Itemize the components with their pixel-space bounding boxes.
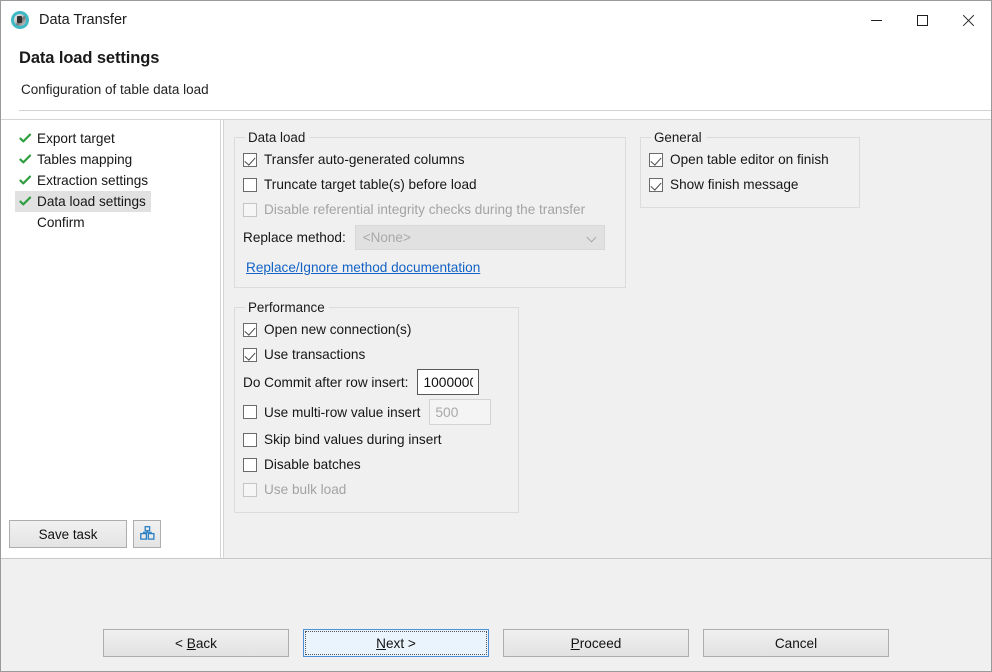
sidebar-item-label: Tables mapping — [37, 152, 133, 167]
replace-ignore-documentation-link[interactable]: Replace/Ignore method documentation — [246, 260, 480, 275]
sidebar-item-label: Export target — [37, 131, 115, 146]
sidebar-item-data-load-settings[interactable]: Data load settings — [15, 191, 151, 212]
use-bulk-load-checkbox — [243, 482, 257, 497]
open-new-connections-label: Open new connection(s) — [264, 322, 412, 337]
truncate-target-tables-row[interactable]: Truncate target table(s) before load — [243, 172, 617, 197]
left-column: Data load Transfer auto-generated column… — [234, 130, 626, 525]
show-finish-message-label: Show finish message — [670, 177, 799, 192]
performance-group-legend: Performance — [248, 300, 325, 315]
wizard-footer: < Back Next > Proceed Cancel — [1, 558, 991, 671]
proceed-button[interactable]: Proceed — [503, 629, 689, 657]
replace-method-label: Replace method: — [243, 229, 346, 245]
maximize-button[interactable] — [899, 1, 945, 39]
boxes-stack-icon — [139, 525, 155, 543]
truncate-target-tables-checkbox[interactable] — [243, 177, 257, 192]
transfer-auto-generated-columns-row[interactable]: Transfer auto-generated columns — [243, 147, 617, 172]
use-bulk-load-label: Use bulk load — [264, 482, 347, 497]
header-divider — [19, 110, 991, 111]
back-button[interactable]: < Back — [103, 629, 289, 657]
save-task-button[interactable]: Save task — [9, 520, 127, 548]
next-button[interactable]: Next > — [303, 629, 489, 657]
show-finish-message-row[interactable]: Show finish message — [649, 172, 851, 197]
multirow-size-input — [429, 399, 492, 425]
use-multirow-value-insert-label: Use multi-row value insert — [264, 404, 421, 420]
skip-bind-values-row[interactable]: Skip bind values during insert — [243, 427, 510, 452]
minimize-button[interactable] — [853, 1, 899, 39]
window-title: Data Transfer — [39, 12, 127, 28]
right-column: General Open table editor on finish Show… — [640, 130, 860, 220]
app-circle-icon — [10, 10, 30, 30]
sidebar-item-label: Confirm — [37, 215, 85, 230]
wizard-sidebar: Export target Tables mapping Extraction … — [1, 120, 220, 558]
sidebar-item-export-target[interactable]: Export target — [15, 128, 120, 149]
disable-batches-checkbox[interactable] — [243, 457, 257, 472]
skip-bind-values-label: Skip bind values during insert — [264, 432, 442, 447]
page-subtitle: Configuration of table data load — [21, 82, 209, 97]
wizard-body: Export target Tables mapping Extraction … — [1, 119, 991, 558]
sidebar-item-confirm[interactable]: Confirm — [15, 212, 90, 233]
general-group: General Open table editor on finish Show… — [640, 130, 860, 208]
disable-referential-integrity-row: Disable referential integrity checks dur… — [243, 197, 617, 222]
check-icon — [17, 153, 33, 166]
replace-method-row: Replace method: <None> — [243, 222, 617, 252]
use-transactions-label: Use transactions — [264, 347, 366, 362]
sidebar-item-extraction-settings[interactable]: Extraction settings — [15, 170, 153, 191]
open-table-editor-label: Open table editor on finish — [670, 152, 829, 167]
performance-group: Performance Open new connection(s) Use t… — [234, 300, 519, 513]
open-new-connections-row[interactable]: Open new connection(s) — [243, 317, 510, 342]
disable-batches-label: Disable batches — [264, 457, 361, 472]
use-transactions-row[interactable]: Use transactions — [243, 342, 510, 367]
sidebar-item-label: Data load settings — [37, 194, 146, 209]
use-multirow-value-insert-row[interactable]: Use multi-row value insert — [243, 397, 510, 427]
data-transfer-window: Data Transfer Data load settings Configu… — [0, 0, 992, 672]
commit-after-row-insert-input[interactable] — [417, 369, 480, 395]
settings-content: Data load Transfer auto-generated column… — [223, 120, 991, 558]
data-load-group-legend: Data load — [248, 130, 306, 145]
cancel-button[interactable]: Cancel — [703, 629, 889, 657]
saved-tasks-button[interactable] — [133, 520, 161, 548]
general-group-legend: General — [654, 130, 702, 145]
use-transactions-checkbox[interactable] — [243, 347, 257, 362]
minimize-icon — [870, 19, 882, 21]
use-multirow-value-insert-checkbox[interactable] — [243, 405, 257, 419]
sidebar-item-tables-mapping[interactable]: Tables mapping — [15, 149, 137, 170]
open-table-editor-row[interactable]: Open table editor on finish — [649, 147, 851, 172]
check-icon — [17, 195, 33, 208]
transfer-auto-generated-columns-checkbox[interactable] — [243, 152, 257, 167]
check-icon — [17, 174, 33, 187]
window-controls — [853, 1, 991, 39]
transfer-auto-generated-columns-label: Transfer auto-generated columns — [264, 152, 465, 167]
title-bar: Data Transfer — [1, 1, 991, 39]
truncate-target-tables-label: Truncate target table(s) before load — [264, 177, 477, 192]
wizard-steps-list: Export target Tables mapping Extraction … — [1, 128, 220, 520]
use-bulk-load-row: Use bulk load — [243, 477, 510, 502]
sidebar-item-label: Extraction settings — [37, 173, 149, 188]
replace-method-select[interactable]: <None> — [354, 224, 605, 250]
data-load-group: Data load Transfer auto-generated column… — [234, 130, 626, 288]
commit-after-row-insert-row: Do Commit after row insert: — [243, 367, 510, 397]
disable-referential-integrity-checkbox — [243, 202, 257, 217]
maximize-icon — [916, 14, 928, 26]
page-title: Data load settings — [19, 49, 160, 67]
disable-batches-row[interactable]: Disable batches — [243, 452, 510, 477]
commit-after-row-insert-label: Do Commit after row insert: — [243, 374, 409, 390]
wizard-header: Data load settings Configuration of tabl… — [1, 39, 991, 119]
sidebar-actions: Save task — [1, 520, 220, 558]
skip-bind-values-checkbox[interactable] — [243, 432, 257, 447]
show-finish-message-checkbox[interactable] — [649, 177, 663, 192]
close-icon — [962, 14, 975, 27]
close-button[interactable] — [945, 1, 991, 39]
open-new-connections-checkbox[interactable] — [243, 322, 257, 337]
disable-referential-integrity-label: Disable referential integrity checks dur… — [264, 202, 586, 217]
check-icon — [17, 132, 33, 145]
open-table-editor-checkbox[interactable] — [649, 152, 663, 167]
